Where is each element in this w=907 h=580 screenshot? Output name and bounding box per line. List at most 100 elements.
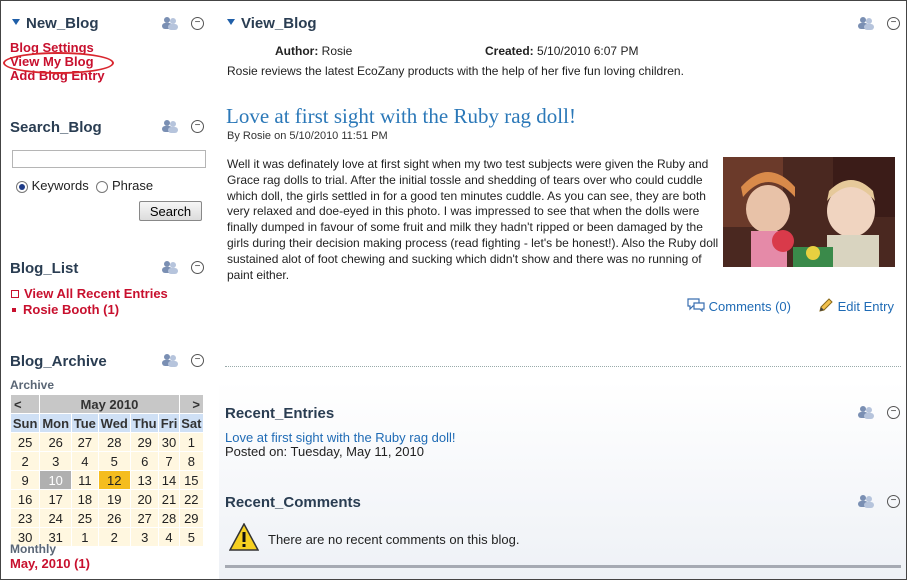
minimize-icon[interactable]: − [887,406,900,419]
people-icon[interactable] [857,16,875,30]
search-blog-title: Search_Blog [10,119,102,136]
calendar-day[interactable]: 28 [97,432,131,452]
blog-description: Rosie reviews the latest EcoZany product… [227,64,684,78]
author-value: Rosie [321,44,353,58]
calendar-day[interactable]: 11 [71,470,99,490]
calendar-day[interactable]: 2 [97,527,131,547]
calendar-day[interactable]: 25 [9,432,41,452]
highlight-ellipse [3,52,114,74]
calendar-day[interactable]: 27 [71,432,99,452]
calendar-day[interactable]: 3 [129,527,160,547]
bottom-bar [225,565,901,568]
collapse-triangle-icon[interactable] [12,19,20,26]
author-row: Author: Rosie [275,44,352,58]
archive-calendar: < May 2010 > Sun Mon Tue Wed Thu Fri Sat… [9,394,205,547]
collapse-triangle-icon[interactable] [227,19,235,26]
phrase-radio[interactable] [96,180,109,193]
calendar-day-selected[interactable]: 12 [97,470,131,490]
search-button[interactable]: Search [139,201,202,221]
recent-entry-posted: Posted on: Tuesday, May 11, 2010 [225,444,424,459]
minimize-icon[interactable]: − [887,17,900,30]
calendar-day[interactable]: 26 [39,432,73,452]
people-icon[interactable] [857,405,875,419]
calendar-day[interactable]: 1 [71,527,99,547]
people-icon[interactable] [161,119,179,133]
calendar-day[interactable]: 24 [39,508,73,528]
entry-byline: By Rosie on 5/10/2010 11:51 PM [227,130,388,142]
calendar-day[interactable]: 15 [178,470,205,490]
calendar-day[interactable]: 3 [39,451,73,471]
calendar-day[interactable]: 16 [9,489,41,509]
view-blog-title-text: View_Blog [241,15,317,32]
calendar-day-today[interactable]: 10 [39,470,73,490]
no-comments-message: There are no recent comments on this blo… [268,532,520,547]
calendar-prev-button[interactable]: < [9,394,41,414]
calendar-day[interactable]: 1 [178,432,205,452]
calendar-day[interactable]: 4 [71,451,99,471]
rosie-booth-link[interactable]: Rosie Booth (1) [23,302,119,317]
calendar-day[interactable]: 4 [158,527,180,547]
people-icon[interactable] [857,494,875,508]
entry-photo [723,157,895,267]
calendar-day[interactable]: 17 [39,489,73,509]
view-all-recent-entries-link[interactable]: View All Recent Entries [24,286,168,301]
monthly-label: Monthly [10,542,56,556]
bullet-icon [12,307,16,312]
new-blog-links: Blog Settings View My Blog Add Blog Entr… [3,41,114,83]
minimize-icon[interactable]: − [191,17,204,30]
minimize-icon[interactable]: − [191,354,204,367]
monthly-archive-link[interactable]: May, 2010 (1) [10,556,90,571]
recent-entries-title: Recent_Entries [225,405,335,422]
calendar-day[interactable]: 27 [129,508,160,528]
calendar-day[interactable]: 28 [158,508,180,528]
calendar-day[interactable]: 30 [158,432,180,452]
calendar-next-button[interactable]: > [178,394,205,414]
edit-entry-link[interactable]: Edit Entry [838,299,894,314]
calendar-day[interactable]: 8 [178,451,205,471]
entry-title-link[interactable]: Love at first sight with the Ruby rag do… [226,104,576,129]
calendar-day[interactable]: 18 [71,489,99,509]
calendar-day[interactable]: 14 [158,470,180,490]
people-icon[interactable] [161,16,179,30]
calendar-day[interactable]: 19 [97,489,131,509]
people-icon[interactable] [161,353,179,367]
calendar-day[interactable]: 21 [158,489,180,509]
calendar-day[interactable]: 2 [9,451,41,471]
calendar-day[interactable]: 20 [129,489,160,509]
minimize-icon[interactable]: − [887,495,900,508]
minimize-icon[interactable]: − [191,261,204,274]
search-input[interactable] [12,150,206,168]
dow-label: Fri [158,413,180,433]
calendar-day[interactable]: 23 [9,508,41,528]
left-column: New_Blog − Blog Settings View My Blog Ad… [1,1,211,579]
calendar-day[interactable]: 6 [129,451,160,471]
calendar-month-title: May 2010 [39,394,180,414]
calendar-day[interactable]: 29 [129,432,160,452]
minimize-icon[interactable]: − [191,120,204,133]
comments-action[interactable]: Comments (0) [687,297,791,315]
calendar-day[interactable]: 7 [158,451,180,471]
blog-archive-title: Blog_Archive [10,353,107,370]
page-frame: New_Blog − Blog Settings View My Blog Ad… [0,0,907,580]
dow-label: Tue [71,413,99,433]
view-blog-title: View_Blog [227,15,317,32]
calendar-day[interactable]: 5 [178,527,205,547]
blog-list-title: Blog_List [10,260,79,277]
calendar-day[interactable]: 29 [178,508,205,528]
calendar-day[interactable]: 25 [71,508,99,528]
search-options: Keywords Phrase [16,178,153,193]
calendar-day[interactable]: 13 [129,470,160,490]
warning-icon [229,523,259,551]
keywords-radio[interactable] [16,180,28,193]
comments-link[interactable]: Comments (0) [709,299,791,314]
calendar-day[interactable]: 26 [97,508,131,528]
recent-entry-link[interactable]: Love at first sight with the Ruby rag do… [225,430,456,445]
calendar-day[interactable]: 5 [97,451,131,471]
dow-label: Sun [9,413,41,433]
edit-entry-action[interactable]: Edit Entry [818,297,894,316]
calendar-day[interactable]: 9 [9,470,41,490]
calendar-day[interactable]: 22 [178,489,205,509]
expand-box-icon[interactable] [11,289,19,298]
people-icon[interactable] [161,260,179,274]
blog-list-items: View All Recent Entries Rosie Booth (1) [11,286,168,318]
